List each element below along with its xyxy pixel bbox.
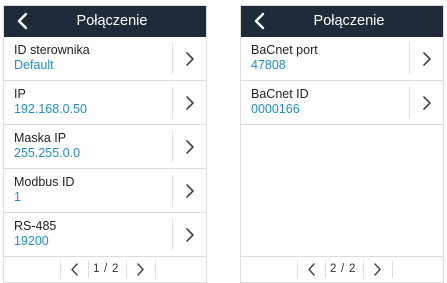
setting-label: RS-485 [14,219,57,233]
setting-label: Modbus ID [14,175,75,189]
total-pages-number: 2 [349,263,356,275]
page-separator: / [104,263,108,275]
setting-row-ip[interactable]: IP 192.168.0.50 [4,81,206,125]
current-page-number: 2 [330,263,337,275]
pager-divider [325,261,326,278]
setting-label: BaCnet port [251,43,318,57]
chevron-left-icon [308,263,315,276]
setting-row-bacnet-port[interactable]: BaCnet port 47808 [241,37,443,81]
row-divider [172,87,173,118]
setting-value: 47808 [251,58,286,72]
pager-divider [88,261,89,278]
row-divider [172,175,173,206]
setting-value: Default [14,58,54,72]
setting-row-controller-id[interactable]: ID sterownika Default [4,37,206,81]
setting-value: 0000166 [251,102,300,116]
setting-row-modbus-id[interactable]: Modbus ID 1 [4,169,206,213]
page-title: Połączenie [76,13,148,29]
row-divider [172,43,173,74]
pagination: 2 / 2 [241,256,443,282]
chevron-right-icon [186,96,194,110]
setting-label: ID sterownika [14,43,90,57]
total-pages-number: 2 [112,263,119,275]
pager-divider [126,261,127,278]
setting-row-rs485[interactable]: RS-485 19200 [4,213,206,257]
settings-screen-page-2: Połączenie BaCnet port 47808 BaCnet ID 0… [240,5,444,283]
row-divider [409,87,410,118]
chevron-right-icon [186,228,194,242]
setting-label: Maska IP [14,131,67,145]
chevron-right-icon [423,96,431,110]
setting-label: IP [14,87,26,101]
row-divider [172,219,173,250]
setting-label: BaCnet ID [251,87,309,101]
pager-divider [392,261,393,278]
setting-value: 255.255.0.0 [14,146,81,160]
row-divider [172,131,173,162]
previous-page-button[interactable] [304,261,320,278]
setting-value: 19200 [14,234,49,248]
setting-value: 192.168.0.50 [14,102,87,116]
row-divider [409,43,410,74]
chevron-right-icon [137,263,144,276]
page-title: Połączenie [313,13,385,29]
previous-page-button[interactable] [67,261,83,278]
next-page-button[interactable] [369,261,385,278]
pager-divider [297,261,298,278]
setting-row-bacnet-id[interactable]: BaCnet ID 0000166 [241,81,443,125]
header-bar: Połączenie [241,6,443,37]
current-page-number: 1 [93,263,100,275]
next-page-button[interactable] [132,261,148,278]
pagination: 1 / 2 [4,256,206,282]
setting-value: 1 [14,190,21,204]
chevron-right-icon [186,52,194,66]
page-separator: / [341,263,345,275]
pager-divider [363,261,364,278]
settings-screen-page-1: Połączenie ID sterownika Default IP 192.… [3,5,207,283]
chevron-left-icon [71,263,78,276]
header-bar: Połączenie [4,6,206,37]
pager-divider [60,261,61,278]
chevron-right-icon [374,263,381,276]
chevron-right-icon [423,52,431,66]
setting-row-ip-mask[interactable]: Maska IP 255.255.0.0 [4,125,206,169]
chevron-right-icon [186,184,194,198]
chevron-right-icon [186,140,194,154]
pager-divider [155,261,156,278]
